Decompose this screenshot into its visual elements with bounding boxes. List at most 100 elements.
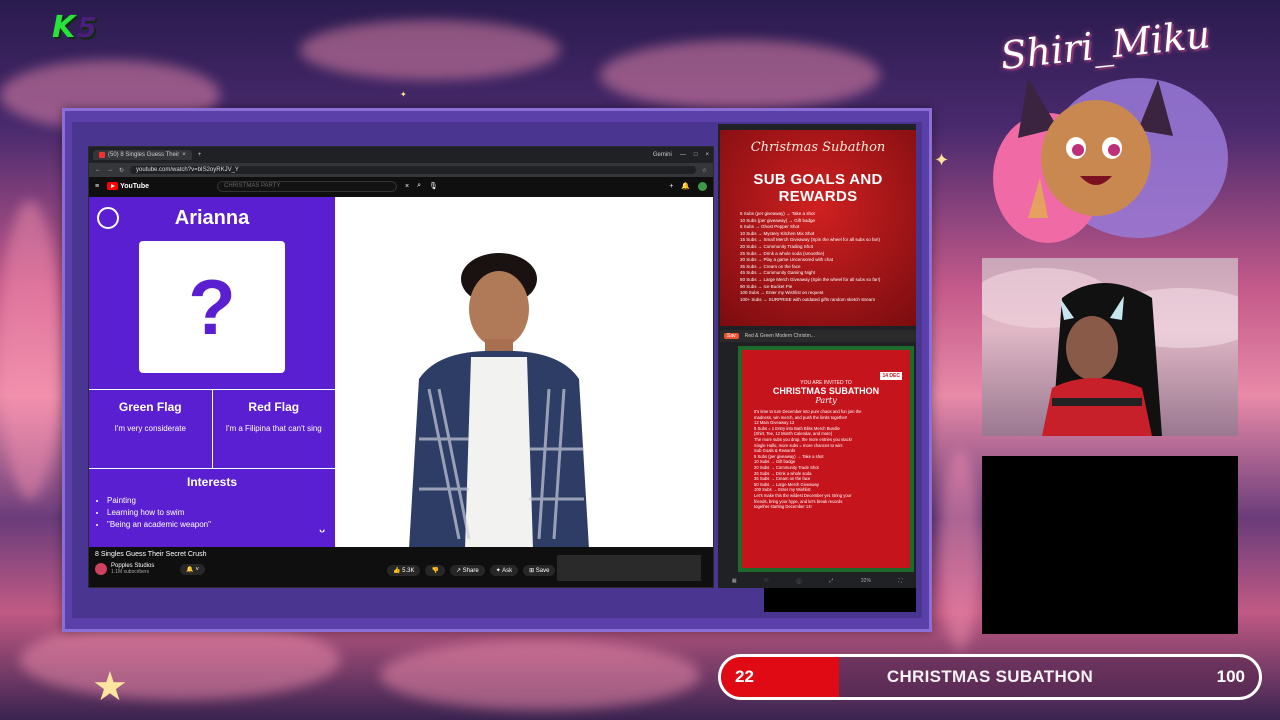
channel-logo: K5	[52, 10, 97, 45]
bookmark-icon[interactable]: ☆	[702, 167, 707, 174]
video-actions: 👍 5.3K 👎 ↗ Share ✦ Ask ⊞ Save ⋯	[387, 565, 579, 576]
list-item: 45 Subs → Community Gaming Night	[740, 270, 816, 276]
document-title: Red & Green Modern Christm...	[744, 333, 815, 339]
list-item: 5 Subs (per giveaway) → Take a shot	[740, 211, 815, 216]
red-flag-heading: Red Flag	[248, 400, 300, 414]
flags-section: Green Flag I'm very considerate Red Flag…	[89, 389, 335, 469]
christmas-invite-poster: 14 DEC YOU ARE INVITED TO CHRISTMAS SUBA…	[738, 346, 914, 572]
document-toolbar: ▦ ♡ ⓘ ⤢ 32% ⛶	[718, 574, 916, 588]
create-icon[interactable]: +	[669, 183, 673, 190]
progress-current: 22	[735, 667, 754, 686]
progress-title: CHRISTMAS SUBATHON	[886, 667, 1094, 686]
save-button[interactable]: ⊞ Save	[523, 565, 556, 576]
close-icon[interactable]: ×	[182, 152, 186, 158]
list-item: 35 Subs → Cream on the face	[740, 263, 801, 269]
video-title: 8 Singles Guess Their Secret Crush	[95, 551, 207, 558]
grid-icon[interactable]: ▦	[732, 578, 737, 584]
poster-heading: SUB GOALS AND REWARDS	[753, 171, 883, 205]
video-player[interactable]: Arianna ? Green Flag I'm very considerat…	[89, 197, 713, 547]
maximize-icon[interactable]: □	[694, 152, 698, 158]
list-item: 25 Subs → Drink a whole soda (smoothie)	[740, 250, 825, 256]
contestant-photo	[409, 253, 589, 547]
youtube-logo[interactable]: YouTube	[107, 182, 149, 190]
list-item: 20 Subs → Community Trading Shot	[740, 243, 814, 249]
list-item: 50 Subs → Large Merch Giveaway (Spin the…	[740, 276, 881, 282]
invite-party: Party	[815, 396, 837, 405]
poster-subtitle: Christmas Subathon	[750, 140, 886, 155]
youtube-wordmark: YouTube	[120, 182, 149, 190]
url-input[interactable]: youtube.com/watch?v=bIS2oyRKJV_Y	[130, 166, 696, 174]
mystery-card: ?	[139, 241, 285, 373]
new-tab-icon[interactable]: +	[198, 152, 202, 158]
tab-bar: (50) 8 Singles Guess Their × + Gemini — …	[89, 147, 713, 163]
cloud	[380, 640, 700, 710]
channel-subscribers: 1.1M subscribers	[111, 569, 150, 575]
cloud	[0, 200, 60, 500]
empty-camera-slot	[982, 456, 1238, 634]
interests-list: Painting Learning how to swim "Being an …	[107, 495, 335, 531]
clear-search-icon[interactable]: ×	[405, 183, 409, 190]
save-label: Save	[535, 568, 550, 574]
gemini-button[interactable]: Gemini	[653, 152, 672, 158]
list-item: Learning how to swim	[107, 507, 335, 519]
zoom-level[interactable]: 32%	[861, 578, 871, 584]
back-icon[interactable]: ←	[95, 167, 101, 173]
list-item: 90 Subs → Ice Bucket Pie	[740, 283, 793, 289]
channel-avatar[interactable]	[95, 563, 107, 575]
star-icon: ★	[92, 664, 128, 710]
tab-title: (50) 8 Singles Guess Their	[108, 152, 180, 158]
cloud	[20, 620, 340, 700]
account-avatar[interactable]	[698, 181, 707, 191]
browser-window: (50) 8 Singles Guess Their × + Gemini — …	[88, 146, 714, 588]
minimize-icon[interactable]: —	[680, 152, 686, 158]
subscribed-bell-button[interactable]: 🔔 ˅	[180, 563, 206, 575]
list-item: 30 Subs → Play a game Uncensored with ch…	[740, 257, 834, 263]
progress-goal: 100	[1216, 667, 1245, 686]
green-flag-text: I'm very considerate	[114, 424, 186, 433]
fullscreen-icon[interactable]: ⛶	[899, 578, 903, 584]
sub-goals-list: 5 Subs (per giveaway) → Take a shot 10 S…	[720, 205, 916, 309]
search-input[interactable]: CHRISTMAS PARTY	[217, 180, 397, 192]
ask-label: Ask	[502, 568, 513, 574]
ask-button[interactable]: ✦ Ask	[489, 565, 519, 576]
invite-heading: CHRISTMAS SUBATHON	[772, 386, 880, 396]
list-item: Painting	[107, 495, 335, 507]
info-icon[interactable]: ⓘ	[796, 578, 801, 585]
stream-overlay: { "brand": {"letter": "K", "number": "5"…	[0, 0, 1280, 720]
search-icon[interactable]: ⌕	[417, 182, 421, 190]
forward-icon[interactable]: →	[107, 167, 113, 173]
play-icon	[107, 182, 119, 190]
smile-logo-icon: ᵕ	[319, 523, 325, 539]
related-video-thumbnail[interactable]	[557, 555, 701, 581]
like-count: 5.3K	[402, 568, 415, 574]
browser-tab[interactable]: (50) 8 Singles Guess Their ×	[93, 150, 192, 160]
cloud	[300, 20, 560, 80]
webcam-feed	[982, 258, 1238, 436]
mic-icon[interactable]: 🎙	[429, 182, 438, 190]
panel-blank-area	[764, 588, 916, 612]
contestant-video	[335, 197, 713, 547]
fit-icon[interactable]: ⤢	[829, 578, 833, 584]
sub-goals-poster: Christmas Subathon SUB GOALS AND REWARDS…	[720, 130, 916, 326]
close-window-icon[interactable]: ×	[705, 152, 709, 158]
menu-icon[interactable]: ≡	[95, 183, 99, 190]
channel-info: Popples Studios 1.1M subscribers 🔔 ˅	[95, 563, 206, 575]
like-button[interactable]: 👍 5.3K	[387, 565, 421, 576]
text-line: together starting December 14!	[754, 504, 812, 510]
share-button[interactable]: ↗ Share	[449, 565, 485, 576]
red-flag: Red Flag I'm a Filipina that can't sing	[211, 390, 336, 468]
red-flag-text: I'm a Filipina that can't sing	[225, 424, 322, 433]
heart-icon[interactable]: ♡	[764, 578, 768, 584]
interests-heading: Interests	[186, 475, 238, 489]
subathon-progress-bar: 22 CHRISTMAS SUBATHON 100	[718, 654, 1262, 700]
document-badge[interactable]: Sav	[724, 333, 739, 339]
address-bar: ← → ↻ youtube.com/watch?v=bIS2oyRKJV_Y ☆	[89, 163, 713, 177]
youtube-header: ≡ YouTube CHRISTMAS PARTY × ⌕ 🎙 + 🔔	[89, 177, 713, 195]
reload-icon[interactable]: ↻	[119, 167, 124, 174]
share-label: Share	[462, 568, 479, 574]
dislike-button[interactable]: 👎	[425, 565, 445, 576]
interests-section: Interests Painting Learning how to swim …	[89, 475, 335, 531]
notification-bell-icon[interactable]: 🔔	[681, 182, 690, 190]
contestant-name: Arianna	[174, 207, 250, 229]
cloud	[940, 450, 980, 650]
